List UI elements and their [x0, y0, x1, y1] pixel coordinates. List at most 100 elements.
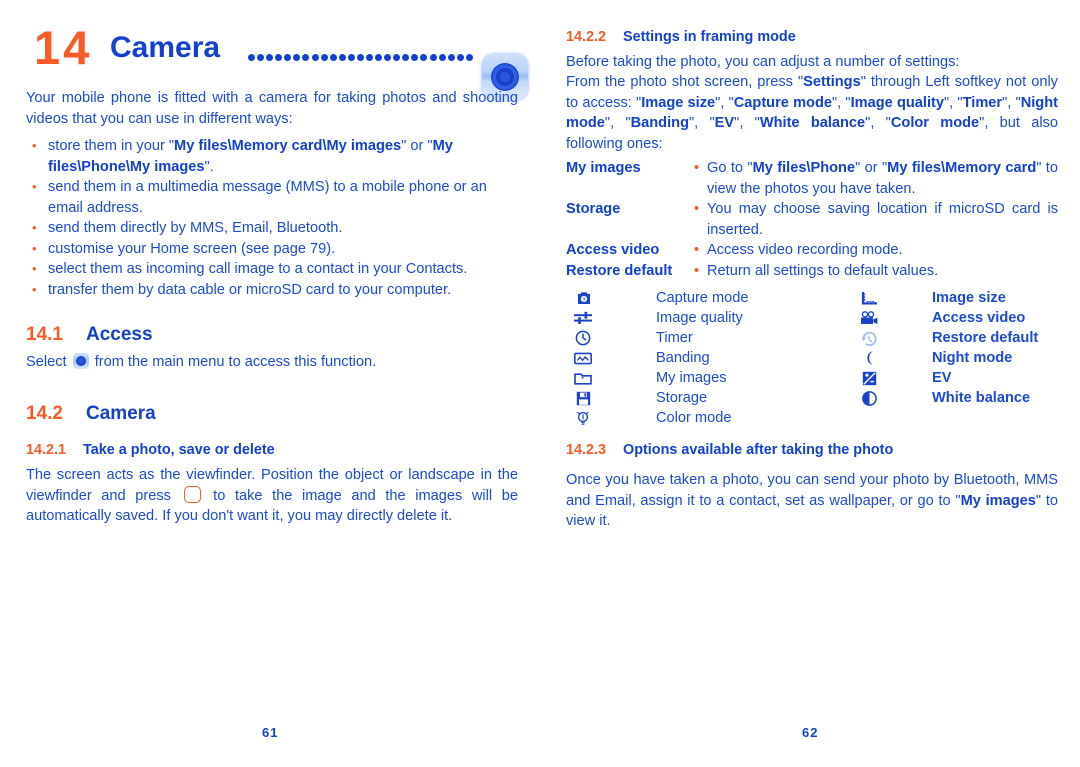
plain-text: " or ": [401, 138, 433, 154]
plain-text: send them directly by MMS, Email, Blueto…: [48, 220, 343, 236]
settings-intro: Before taking the photo, you can adjust …: [566, 54, 960, 70]
legend-label: Capture mode: [656, 290, 749, 306]
access-text-before: Select: [26, 354, 67, 370]
legend-row: EV: [858, 368, 1038, 388]
subsection-title: Options available after taking the photo: [623, 442, 894, 458]
legend-row: Night mode: [858, 348, 1038, 368]
emphasis-text: Timer: [962, 94, 1003, 111]
emphasis-text: White balance: [759, 115, 866, 131]
plain-text: ".: [204, 158, 214, 175]
legend-label: Timer: [656, 330, 693, 346]
ruler-corner-icon: [858, 289, 880, 307]
setting-description: Access video recording mode.: [707, 240, 1058, 261]
plain-text: ", ": [715, 94, 734, 111]
emphasis-text: Color mode: [890, 115, 980, 131]
leader-dot: [375, 53, 383, 61]
subsection-number: 14.2.2: [566, 29, 607, 45]
emphasis-text: My files\Memory card\My images: [174, 138, 402, 154]
table-row: Restore default • Return all settings to d…: [566, 261, 1058, 282]
leader-dot: [393, 53, 401, 61]
list-item: • send them directly by MMS, Email, Bluet…: [26, 218, 518, 239]
contrast-icon: [858, 389, 880, 407]
plain-text: Go to ": [707, 160, 753, 176]
leader-dot: [465, 53, 473, 61]
bullet-icon: •: [694, 262, 700, 279]
bullet-icon: •: [32, 138, 37, 153]
lightbulb-icon: [572, 409, 594, 427]
plain-text: ", ": [734, 115, 760, 131]
leader-dot: [284, 53, 292, 61]
setting-description: Return all settings to default values.: [707, 261, 1058, 282]
right-page-column: 14.2.2 Settings in framing mode Before t…: [566, 0, 1066, 767]
plain-text: store them in your ": [48, 138, 175, 154]
table-row: Storage • You may choose saving location i…: [566, 199, 1058, 240]
leader-dot: [438, 53, 446, 61]
page-number-right: 62: [802, 725, 819, 740]
setting-label: Access video: [566, 242, 660, 258]
legend-row: Image size: [858, 288, 1038, 308]
emphasis-text: Settings: [803, 74, 861, 90]
moon-icon: [858, 349, 880, 367]
leader-dot: [257, 53, 265, 61]
leader-dot: [266, 53, 274, 61]
legend-label: Restore default: [932, 330, 1039, 346]
setting-description: You may choose saving location if microS…: [707, 199, 1058, 240]
access-text-after: from the main menu to access this functi…: [94, 354, 377, 370]
emphasis-text: Capture mode: [733, 94, 832, 111]
legend-label: Storage: [656, 390, 708, 406]
access-instruction: Select from the main menu to access this…: [26, 352, 518, 373]
emphasis-text: My files\Memory card: [887, 160, 1037, 176]
plain-text: Return all settings to default values.: [707, 262, 939, 279]
legend-label: Banding: [656, 350, 710, 366]
intro-paragraph: Your mobile phone is fitted with a camer…: [26, 90, 518, 127]
emphasis-text: Banding: [630, 115, 689, 131]
chapter-name: Camera: [110, 31, 221, 64]
emphasis-text: Image quality: [850, 94, 944, 111]
bullet-icon: •: [32, 220, 37, 235]
leader-dot: [248, 53, 255, 61]
icon-legend-column-left: ? Capture mode Image quality Timer Banding * M…: [572, 288, 748, 428]
legend-row: Storage: [572, 388, 748, 408]
legend-label: EV: [932, 370, 952, 386]
emphasis-text: My images: [960, 492, 1036, 509]
leader-dot: [411, 53, 419, 61]
legend-row: ? Capture mode: [572, 288, 748, 308]
leader-dot: [456, 53, 464, 61]
list-item: • send them in a multimedia message (MMS)…: [26, 177, 518, 218]
bullet-icon: •: [694, 242, 700, 258]
camera-app-icon-inline: [72, 353, 89, 369]
plain-text: ", ": [865, 115, 891, 131]
subsection-number: 14.2.1: [26, 442, 67, 458]
setting-description: Go to "My files\Phone" or "My files\Memo…: [707, 158, 1058, 199]
section-heading-access: 14.1 Access: [26, 322, 518, 348]
bullet-icon: •: [32, 179, 37, 194]
subsection-title: Take a photo, save or delete: [83, 442, 275, 458]
plain-text: ", ": [832, 94, 851, 111]
list-item: • store them in your "My files\Memory car…: [26, 136, 518, 177]
plain-text: Access video recording mode.: [707, 242, 903, 258]
chapter-number: 14: [34, 21, 93, 74]
leader-dot: [420, 53, 428, 61]
bullet-icon: •: [694, 160, 700, 176]
section-number: 14.2: [26, 403, 63, 424]
capabilities-list: • store them in your "My files\Memory car…: [26, 136, 518, 300]
plain-text: ", ": [688, 115, 715, 131]
page-number-left: 61: [262, 725, 279, 740]
legend-row: Access video: [858, 308, 1038, 328]
plain-text: transfer them by data cable or microSD c…: [48, 281, 452, 298]
legend-row: Timer: [572, 328, 748, 348]
emphasis-text: My files\Phone: [752, 160, 856, 176]
bullet-icon: •: [694, 201, 700, 217]
leader-dot: [447, 53, 455, 61]
legend-row: White balance: [858, 388, 1038, 408]
ok-key-icon: [183, 485, 201, 503]
leader-dot: [302, 53, 310, 61]
bullet-icon: •: [32, 261, 37, 276]
setting-label: Storage: [566, 201, 621, 217]
bullet-icon: •: [32, 240, 37, 256]
plain-text: ", ": [604, 115, 631, 131]
list-item: • select them as incoming call image to a…: [26, 259, 518, 280]
bullet-icon: •: [32, 281, 37, 297]
section-title: Access: [86, 324, 153, 345]
svg-text:?: ?: [582, 297, 585, 303]
